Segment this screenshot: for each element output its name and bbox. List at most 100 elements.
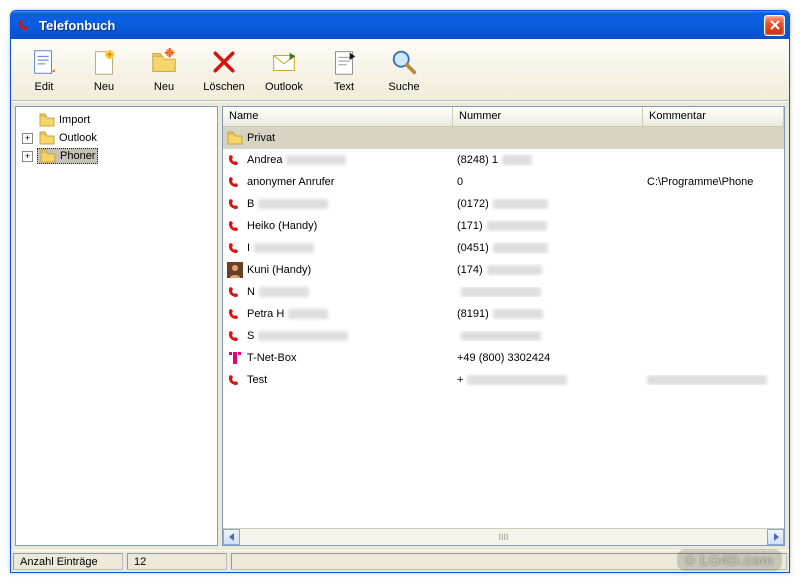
scroll-left-button[interactable] — [223, 529, 240, 545]
name-text: S — [247, 330, 254, 342]
table-row[interactable]: S — [223, 325, 784, 347]
number-cell: +49 (800) 3302424 — [453, 352, 643, 364]
edit-label: Edit — [35, 81, 54, 93]
tree-item-label-wrap: Outlook — [37, 131, 99, 145]
row-icon — [227, 174, 243, 190]
text-export-button[interactable]: Text — [315, 42, 373, 98]
status-label: Anzahl Einträge — [13, 553, 123, 570]
toolbar: Edit Neu Neu Löschen Outlook — [11, 39, 789, 101]
name-cell: Petra H — [223, 306, 453, 322]
row-icon — [227, 328, 243, 344]
table-row[interactable]: Andrea (8248) 1 — [223, 149, 784, 171]
edit-icon — [28, 46, 60, 78]
name-text: Andrea — [247, 154, 282, 166]
table-row[interactable]: Kuni (Handy) (174) — [223, 259, 784, 281]
close-button[interactable] — [764, 15, 785, 36]
expand-icon[interactable]: + — [22, 151, 33, 162]
number-cell: + — [453, 374, 643, 386]
tree-item-phoner[interactable]: + Phoner — [18, 147, 215, 165]
new-entry-button[interactable]: Neu — [75, 42, 133, 98]
table-row[interactable]: anonymer Anrufer0C:\Programme\Phone — [223, 171, 784, 193]
folder-icon — [39, 131, 55, 145]
table-row[interactable]: Petra H (8191) — [223, 303, 784, 325]
window-title: Telefonbuch — [39, 18, 764, 33]
number-cell: (171) — [453, 220, 643, 232]
titlebar[interactable]: Telefonbuch — [11, 11, 789, 39]
table-row[interactable]: B (0172) — [223, 193, 784, 215]
comment-cell — [643, 375, 784, 385]
list-header[interactable]: Name Nummer Kommentar — [223, 107, 784, 127]
number-text: (8248) 1 — [457, 154, 498, 166]
number-cell: (8248) 1 — [453, 154, 643, 166]
number-text: 0 — [457, 176, 463, 188]
folder-icon — [227, 131, 243, 145]
redacted — [461, 331, 541, 341]
delete-label: Löschen — [203, 81, 245, 93]
name-cell: Test — [223, 372, 453, 388]
redacted — [493, 309, 543, 319]
group-cell: Privat — [223, 131, 453, 145]
name-cell: Heiko (Handy) — [223, 218, 453, 234]
statusbar: Anzahl Einträge 12 — [11, 550, 789, 572]
name-text: Petra H — [247, 308, 284, 320]
redacted — [647, 375, 767, 385]
horizontal-scrollbar[interactable]: IIII — [223, 528, 784, 545]
table-row[interactable]: T-Net-Box +49 (800) 3302424 — [223, 347, 784, 369]
number-text: (0172) — [457, 198, 489, 210]
redacted — [258, 199, 328, 209]
search-label: Suche — [388, 81, 419, 93]
name-text: T-Net-Box — [247, 352, 297, 364]
row-icon — [227, 196, 243, 212]
name-text: Kuni (Handy) — [247, 264, 311, 276]
column-name[interactable]: Name — [223, 107, 453, 126]
redacted — [493, 199, 548, 209]
name-cell: B — [223, 196, 453, 212]
name-cell: Andrea — [223, 152, 453, 168]
tree-item-label: Import — [59, 114, 90, 126]
tree-item-label: Phoner — [60, 150, 95, 162]
redacted — [502, 155, 532, 165]
delete-button[interactable]: Löschen — [195, 42, 253, 98]
tree-item-outlook[interactable]: + Outlook — [18, 129, 215, 147]
number-cell: (174) — [453, 264, 643, 276]
app-window: Telefonbuch Edit Neu Neu — [10, 10, 790, 573]
row-icon — [227, 306, 243, 322]
search-icon — [388, 46, 420, 78]
expand-icon[interactable]: + — [22, 133, 33, 144]
name-text: Heiko (Handy) — [247, 220, 317, 232]
group-row[interactable]: Privat — [223, 127, 784, 149]
edit-button[interactable]: Edit — [15, 42, 73, 98]
text-label: Text — [334, 81, 354, 93]
tree-item-label: Outlook — [59, 132, 97, 144]
folder-icon — [40, 149, 56, 163]
number-text: (171) — [457, 220, 483, 232]
name-text: Test — [247, 374, 267, 386]
name-cell: Kuni (Handy) — [223, 262, 453, 278]
list-body[interactable]: Privat Andrea (8248) 1 anonymer Anrufer0C:\… — [223, 127, 784, 528]
column-comment[interactable]: Kommentar — [643, 107, 784, 126]
number-text: (174) — [457, 264, 483, 276]
table-row[interactable]: I(0451) — [223, 237, 784, 259]
table-row[interactable]: N — [223, 281, 784, 303]
redacted — [254, 243, 314, 253]
redacted — [286, 155, 346, 165]
phone-app-icon — [17, 17, 33, 33]
table-row[interactable]: Heiko (Handy) (171) — [223, 215, 784, 237]
folder-tree[interactable]: Import + Outlook + Phoner — [15, 106, 218, 546]
contact-list[interactable]: Name Nummer Kommentar Privat Andrea (8248)… — [222, 106, 785, 546]
number-text: (8191) — [457, 308, 489, 320]
table-row[interactable]: Test + — [223, 369, 784, 391]
new-folder-button[interactable]: Neu — [135, 42, 193, 98]
name-text: N — [247, 286, 255, 298]
scroll-right-button[interactable] — [767, 529, 784, 545]
status-count: 12 — [127, 553, 227, 570]
column-number[interactable]: Nummer — [453, 107, 643, 126]
redacted — [467, 375, 567, 385]
tree-item-import[interactable]: Import — [18, 111, 215, 129]
search-button[interactable]: Suche — [375, 42, 433, 98]
redacted — [461, 287, 541, 297]
outlook-button[interactable]: Outlook — [255, 42, 313, 98]
scroll-track[interactable]: IIII — [240, 529, 767, 545]
number-cell: 0 — [453, 176, 643, 188]
expand-spacer — [22, 115, 33, 126]
